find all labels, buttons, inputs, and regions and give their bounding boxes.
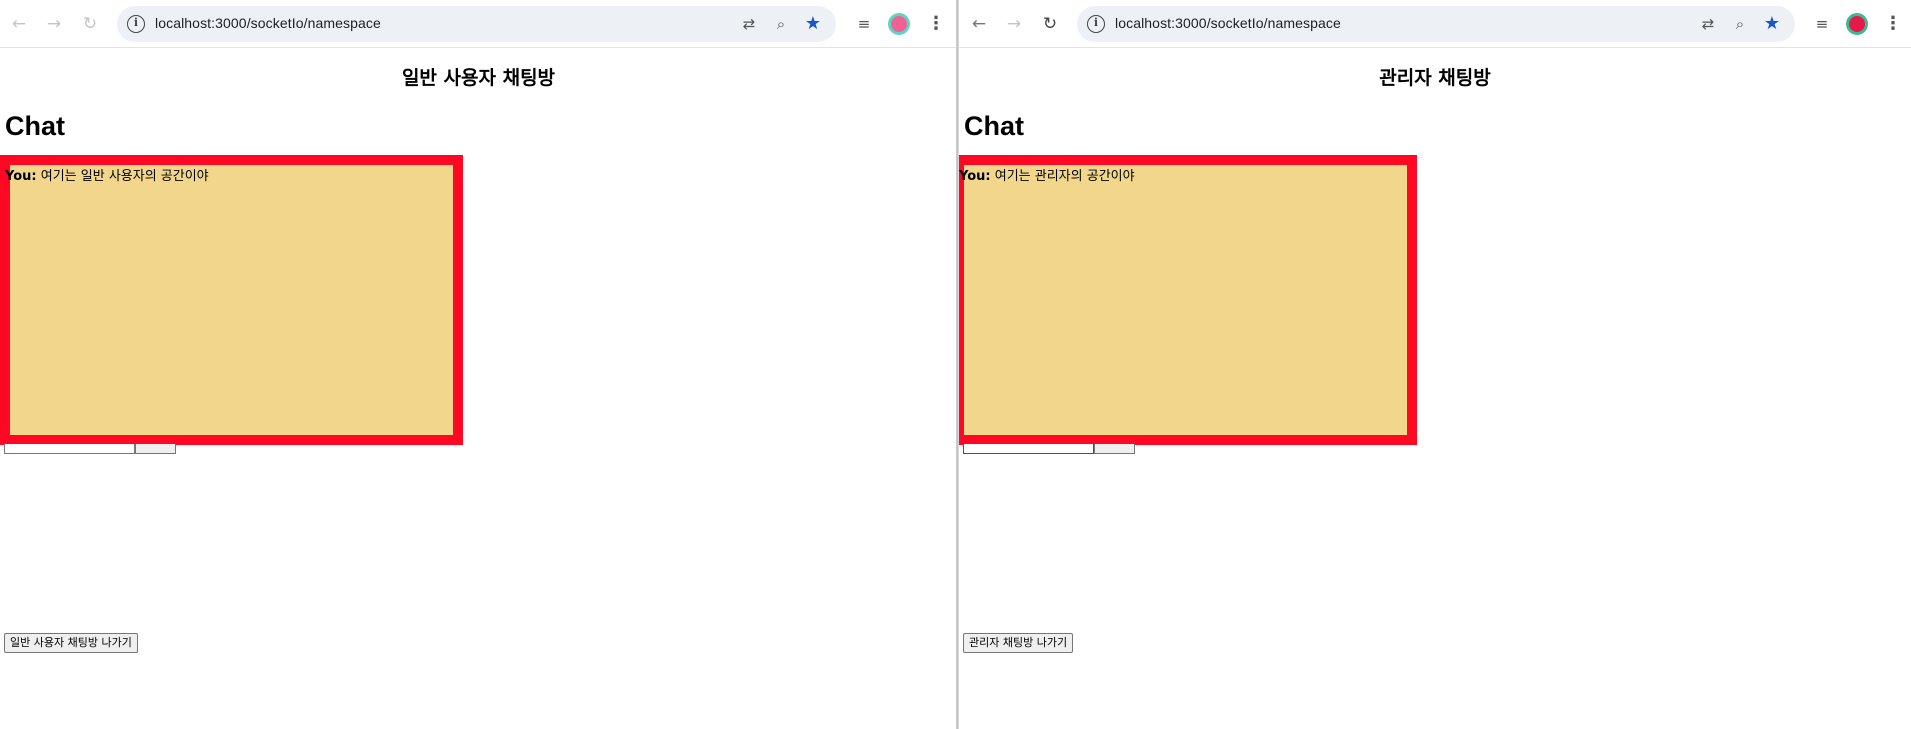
page-content: 일반 사용자 채팅방 Chat You: 여기는 일반 사용자의 공간이야 일반… — [0, 49, 957, 729]
forward-arrow-icon[interactable]: → — [42, 12, 66, 36]
message-text: 여기는 관리자의 공간이야 — [994, 169, 1135, 184]
back-arrow-icon[interactable]: ← — [7, 12, 31, 36]
media-queue-icon[interactable]: ≡ — [852, 12, 876, 36]
forward-arrow-icon[interactable]: → — [1002, 12, 1026, 36]
chat-heading: Chat — [964, 111, 1024, 141]
kebab-menu-icon[interactable]: ⋮ — [927, 12, 945, 36]
profile-avatar-icon[interactable] — [1846, 13, 1868, 35]
reload-icon[interactable]: ↻ — [1038, 12, 1062, 36]
message-sender: You: — [959, 169, 991, 184]
url-text[interactable]: localhost:3000/socketIo/namespace — [155, 15, 381, 31]
media-queue-icon[interactable]: ≡ — [1810, 12, 1834, 36]
message-input[interactable] — [4, 444, 135, 454]
zoom-icon[interactable]: ⌕ — [1729, 13, 1751, 35]
chat-messages-box: You: 여기는 관리자의 공간이야 — [959, 155, 1417, 445]
browser-toolbar: ← → ↻ i localhost:3000/socketIo/namespac… — [0, 0, 957, 48]
site-info-icon[interactable]: i — [127, 15, 145, 33]
send-button[interactable] — [135, 444, 176, 454]
bookmark-star-icon[interactable]: ★ — [802, 13, 824, 35]
url-text[interactable]: localhost:3000/socketIo/namespace — [1115, 15, 1341, 31]
bookmark-star-icon[interactable]: ★ — [1761, 13, 1783, 35]
browser-window-user: ← → ↻ i localhost:3000/socketIo/namespac… — [0, 0, 957, 729]
browser-window-admin: ← → ↻ i localhost:3000/socketIo/namespac… — [959, 0, 1911, 729]
translate-icon[interactable]: ⇄ — [1697, 13, 1719, 35]
chat-message: You: 여기는 관리자의 공간이야 — [959, 165, 1135, 184]
leave-room-button[interactable]: 관리자 채팅방 나가기 — [963, 633, 1074, 653]
desktop: ← → ↻ i localhost:3000/socketIo/namespac… — [0, 0, 1911, 729]
browser-toolbar: ← → ↻ i localhost:3000/socketIo/namespac… — [959, 0, 1911, 48]
kebab-menu-icon[interactable]: ⋮ — [1884, 12, 1902, 36]
room-title: 관리자 채팅방 — [1379, 67, 1491, 89]
message-input[interactable] — [963, 444, 1094, 454]
zoom-icon[interactable]: ⌕ — [770, 13, 792, 35]
room-title: 일반 사용자 채팅방 — [401, 67, 556, 89]
translate-icon[interactable]: ⇄ — [738, 13, 760, 35]
site-info-icon[interactable]: i — [1087, 15, 1105, 33]
reload-icon[interactable]: ↻ — [78, 12, 102, 36]
chat-heading: Chat — [5, 111, 65, 141]
leave-room-button[interactable]: 일반 사용자 채팅방 나가기 — [4, 633, 138, 653]
message-sender: You: — [5, 169, 37, 184]
back-arrow-icon[interactable]: ← — [967, 12, 991, 36]
address-bar[interactable]: i localhost:3000/socketIo/namespace ⇄ ⌕ … — [117, 6, 836, 42]
send-button[interactable] — [1094, 444, 1135, 454]
address-bar[interactable]: i localhost:3000/socketIo/namespace ⇄ ⌕ … — [1077, 6, 1795, 42]
message-text: 여기는 일반 사용자의 공간이야 — [40, 169, 209, 184]
chat-message: You: 여기는 일반 사용자의 공간이야 — [5, 165, 209, 184]
profile-avatar-icon[interactable] — [888, 13, 910, 35]
page-content: 관리자 채팅방 Chat You: 여기는 관리자의 공간이야 관리자 채팅방 … — [959, 49, 1911, 729]
chat-messages-box: You: 여기는 일반 사용자의 공간이야 — [0, 155, 463, 445]
